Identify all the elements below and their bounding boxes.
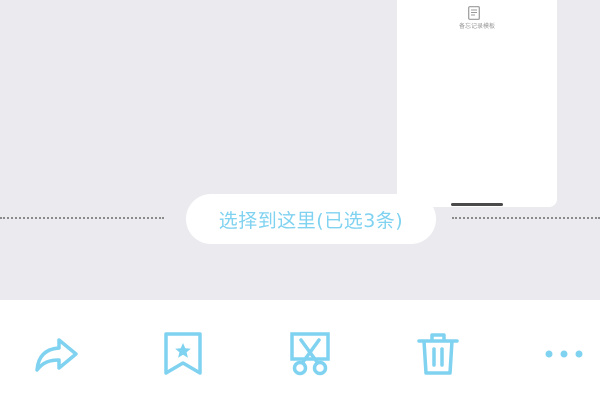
bookmark-star-icon bbox=[164, 332, 202, 375]
scissors-icon bbox=[290, 332, 330, 376]
document-icon bbox=[468, 6, 480, 20]
card-selection-bar bbox=[451, 203, 503, 206]
selection-divider-left bbox=[0, 217, 164, 219]
message-card[interactable]: 备忘记录模板 bbox=[397, 0, 557, 207]
forward-arrow-icon bbox=[35, 338, 78, 372]
more-dots-icon bbox=[545, 350, 583, 358]
chat-message-area: 备忘记录模板 选择到这里(已选3条) bbox=[0, 0, 600, 300]
card-caption: 备忘记录模板 bbox=[458, 23, 495, 30]
trash-icon bbox=[417, 333, 459, 375]
select-to-here-button[interactable]: 选择到这里(已选3条) bbox=[186, 194, 436, 244]
multi-select-screen: 备忘记录模板 选择到这里(已选3条) bbox=[0, 0, 600, 400]
favorite-button[interactable] bbox=[155, 328, 211, 380]
delete-button[interactable] bbox=[410, 328, 466, 380]
cut-button[interactable] bbox=[282, 328, 338, 380]
forward-button[interactable] bbox=[28, 328, 84, 380]
bottom-action-toolbar bbox=[0, 300, 600, 400]
more-button[interactable] bbox=[538, 328, 590, 380]
selection-divider-right bbox=[452, 217, 600, 219]
